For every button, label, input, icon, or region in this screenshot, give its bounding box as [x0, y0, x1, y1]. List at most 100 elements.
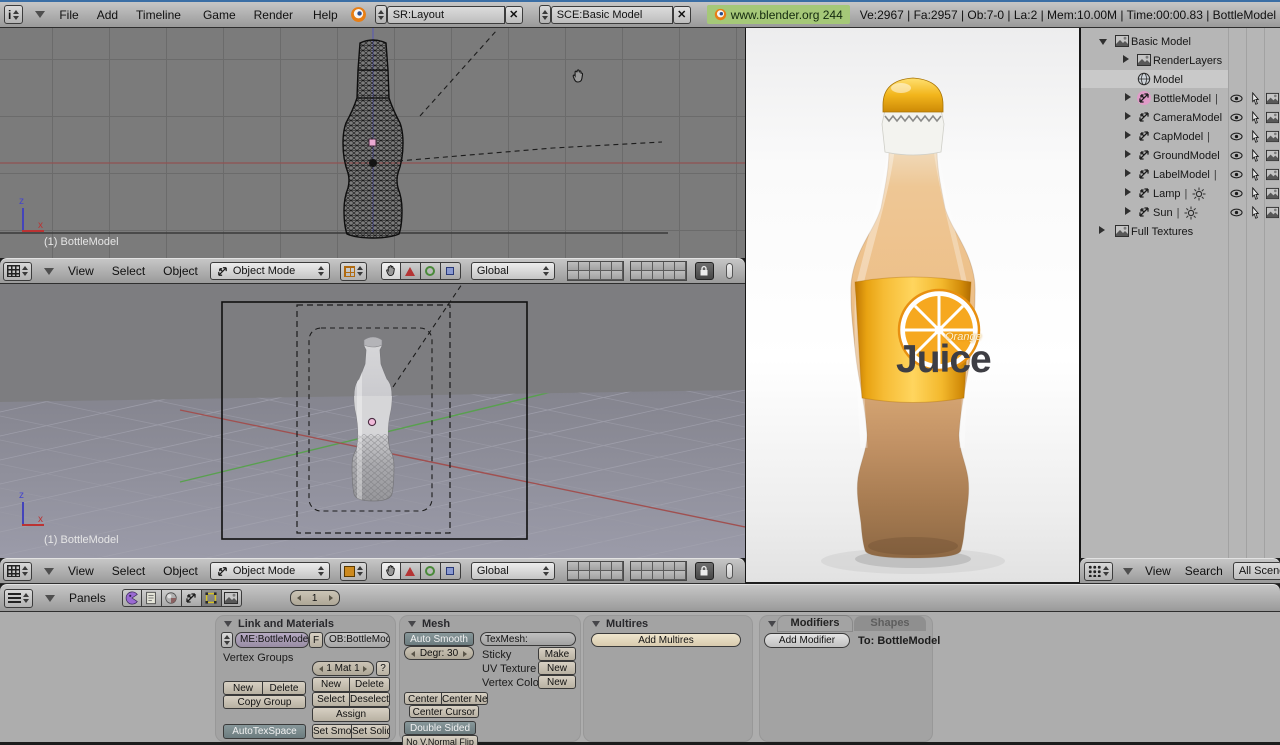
center-cursor-button[interactable]: Center Cursor — [409, 705, 479, 718]
add-modifier-button[interactable]: Add Modifier — [764, 633, 850, 648]
logic-context-button[interactable] — [122, 589, 142, 607]
layer-toggle[interactable] — [631, 562, 642, 571]
mesh-name-field[interactable]: ME:BottleModel — [235, 632, 309, 648]
object-context-button[interactable] — [182, 589, 202, 607]
orientation-dropdown[interactable]: Global — [471, 562, 555, 580]
layer-toggle[interactable] — [675, 271, 686, 280]
material-help-button[interactable]: ? — [376, 661, 390, 676]
draw-type-dropdown[interactable] — [340, 262, 367, 281]
close-icon[interactable] — [505, 6, 523, 24]
layer-toggle[interactable] — [642, 562, 653, 571]
add-multires-button[interactable]: Add Multires — [591, 633, 741, 647]
select-button[interactable]: Select — [312, 692, 350, 707]
screen-selector[interactable]: SR:Layout — [387, 6, 505, 24]
window-type-button[interactable] — [1084, 562, 1113, 581]
outliner-item-labelmodel[interactable]: LabelModel| — [1081, 165, 1280, 184]
layer-toggle[interactable] — [612, 262, 623, 271]
menu-view[interactable]: View — [68, 264, 94, 278]
double-sided-toggle[interactable]: Double Sided — [404, 721, 476, 735]
menu-timeline[interactable]: Timeline — [136, 8, 181, 22]
window-type-button[interactable]: i — [4, 5, 23, 24]
vcol-new-button[interactable]: New — [538, 675, 576, 689]
layer-toggle[interactable] — [664, 271, 675, 280]
menu-search[interactable]: Search — [1185, 564, 1223, 578]
texmesh-field[interactable]: TexMesh: — [480, 632, 576, 646]
screen-stepper[interactable] — [375, 5, 387, 24]
menu-render[interactable]: Render — [254, 8, 293, 22]
render-icon[interactable] — [1266, 111, 1279, 124]
layer-toggle[interactable] — [664, 571, 675, 580]
collapse-triangle-icon[interactable] — [44, 568, 54, 580]
layer-toggle[interactable] — [675, 262, 686, 271]
header-scroll-nub[interactable] — [726, 563, 733, 579]
viewport-camera[interactable]: z x (1) BottleModel — [0, 284, 745, 558]
layer-toggle[interactable] — [590, 262, 601, 271]
layer-toggle[interactable] — [612, 571, 623, 580]
object-name-field[interactable]: OB:BottleModel — [324, 632, 390, 648]
outliner-item-renderlayers[interactable]: RenderLayers — [1081, 51, 1280, 70]
layer-toggle[interactable] — [653, 562, 664, 571]
menu-select[interactable]: Select — [112, 564, 145, 578]
set-solid-button[interactable]: Set Solid — [352, 724, 390, 739]
eye-icon[interactable] — [1230, 206, 1243, 219]
script-context-button[interactable] — [142, 589, 162, 607]
outliner-item-scene[interactable]: Basic Model — [1081, 32, 1280, 51]
material-delete-button[interactable]: Delete — [350, 677, 390, 692]
layer-toggle[interactable] — [568, 262, 579, 271]
panel-collapse-icon[interactable] — [408, 621, 416, 631]
layer-toggle[interactable] — [601, 562, 612, 571]
tab-shapes[interactable]: Shapes — [854, 616, 926, 631]
window-type-button[interactable] — [3, 562, 32, 581]
layer-toggle[interactable] — [579, 271, 590, 280]
menu-panels[interactable]: Panels — [69, 591, 106, 605]
menu-game[interactable]: Game — [203, 8, 236, 22]
scale-widget-button[interactable] — [441, 562, 461, 580]
translate-widget-button[interactable] — [401, 262, 421, 280]
header-scroll-nub[interactable] — [726, 263, 733, 279]
layer-toggle[interactable] — [579, 562, 590, 571]
scene-selector[interactable]: SCE:Basic Model — [551, 6, 673, 24]
outliner-item-world[interactable]: Model — [1081, 70, 1280, 89]
layer-toggle[interactable] — [568, 271, 579, 280]
menu-view[interactable]: View — [68, 564, 94, 578]
outliner-item-sun[interactable]: Sun| — [1081, 203, 1280, 222]
layer-toggle[interactable] — [612, 271, 623, 280]
layer-toggle[interactable] — [664, 262, 675, 271]
shading-context-button[interactable] — [162, 589, 182, 607]
eye-icon[interactable] — [1230, 187, 1243, 200]
expand-triangle-icon[interactable] — [1125, 150, 1135, 158]
mode-dropdown[interactable]: Object Mode — [210, 262, 330, 280]
vgroup-new-button[interactable]: New — [223, 681, 263, 695]
cursor-icon[interactable] — [1249, 149, 1262, 162]
layer-toggle[interactable] — [653, 262, 664, 271]
layer-toggle[interactable] — [642, 271, 653, 280]
vgroup-delete-button[interactable]: Delete — [263, 681, 306, 695]
scale-widget-button[interactable] — [441, 262, 461, 280]
material-new-button[interactable]: New — [312, 677, 350, 692]
draw-type-dropdown[interactable] — [340, 562, 367, 581]
menu-view[interactable]: View — [1145, 564, 1171, 578]
expand-triangle-icon[interactable] — [1123, 55, 1133, 63]
expand-triangle-icon[interactable] — [1125, 207, 1135, 215]
eye-icon[interactable] — [1230, 130, 1243, 143]
layer-toggle[interactable] — [601, 571, 612, 580]
expand-triangle-icon[interactable] — [1125, 93, 1135, 101]
outliner-item-groundmodel[interactable]: GroundModel — [1081, 146, 1280, 165]
layer-toggle[interactable] — [601, 262, 612, 271]
editing-context-button[interactable] — [202, 589, 222, 607]
mode-dropdown[interactable]: Object Mode — [210, 562, 330, 580]
window-type-button[interactable] — [3, 262, 32, 281]
lock-button[interactable] — [695, 262, 714, 280]
menu-select[interactable]: Select — [112, 264, 145, 278]
layer-toggle[interactable] — [590, 562, 601, 571]
render-icon[interactable] — [1266, 206, 1279, 219]
autotexspace-toggle[interactable]: AutoTexSpace — [223, 724, 306, 739]
scene-context-button[interactable] — [222, 589, 242, 607]
layer-toggle[interactable] — [631, 271, 642, 280]
translate-widget-button[interactable] — [401, 562, 421, 580]
uv-new-button[interactable]: New — [538, 661, 576, 675]
tab-modifiers[interactable]: Modifiers — [778, 616, 852, 631]
menu-help[interactable]: Help — [313, 8, 338, 22]
collapse-triangle-icon[interactable] — [35, 11, 45, 23]
rotate-widget-button[interactable] — [421, 562, 441, 580]
